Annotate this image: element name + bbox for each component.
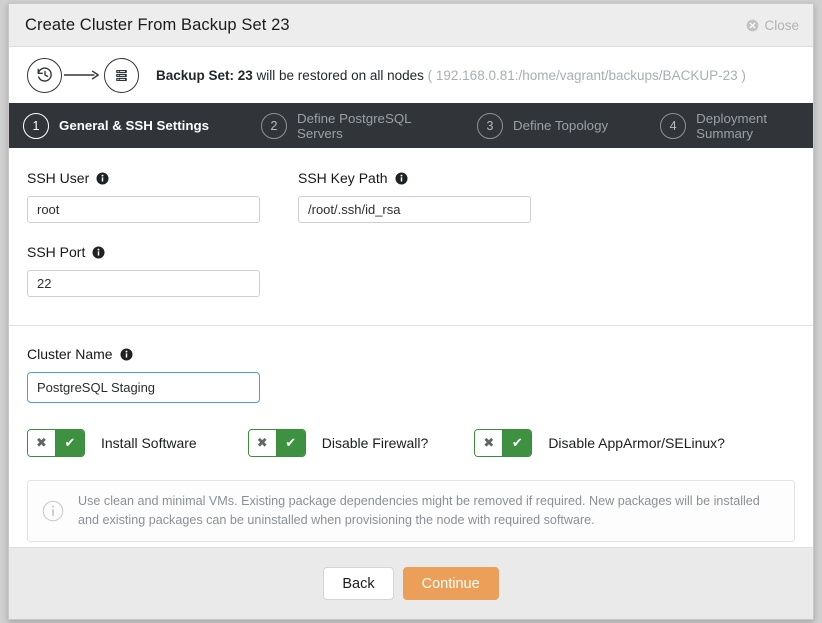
step-1-number: 1 [23, 112, 49, 139]
step-4-label: Deployment Summary [696, 110, 768, 141]
wizard-body: SSH User root SSH Key Path /root/.ssh/id… [9, 148, 813, 547]
banner-path: ( 192.168.0.81:/home/vagrant/backups/BAC… [427, 67, 746, 83]
info-icon[interactable] [96, 171, 109, 185]
arrow-right-icon [62, 69, 104, 81]
step-2-label: Define PostgreSQL Servers [297, 110, 412, 141]
cluster-name-input[interactable] [27, 372, 260, 403]
ssh-port-label: SSH Port [27, 244, 86, 260]
cluster-name-label-wrap: Cluster Name [27, 346, 795, 362]
back-button[interactable]: Back [323, 567, 394, 600]
ssh-user-input[interactable] [27, 196, 260, 223]
ssh-key-path-field-group: SSH Key Path [298, 170, 569, 223]
wizard-step-2[interactable]: 2 Define PostgreSQL Servers [261, 111, 425, 141]
disable-apparmor-label: Disable AppArmor/SELinux? [548, 435, 725, 451]
step-3-label: Define Topology [513, 118, 609, 133]
ssh-row-2: SSH Port [27, 244, 795, 297]
close-circle-icon [746, 19, 759, 32]
backup-banner: Backup Set: 23 will be restored on all n… [9, 47, 813, 103]
banner-text: Backup Set: 23 will be restored on all n… [156, 68, 746, 83]
ssh-key-path-label: SSH Key Path [298, 170, 388, 186]
disable-apparmor-toggle-on[interactable]: ✔ [503, 430, 532, 456]
install-software-toggle-on[interactable]: ✔ [56, 430, 84, 456]
step-4-number: 4 [660, 112, 687, 139]
info-icon[interactable] [92, 245, 105, 259]
wizard-steps: 1 General & SSH Settings 2 Define Postgr… [9, 103, 813, 148]
install-software-label: Install Software [101, 435, 197, 451]
ssh-port-input[interactable] [27, 270, 260, 297]
ssh-row-1: SSH User root SSH Key Path /root/.ssh/id… [27, 170, 795, 223]
wizard-step-4[interactable]: 4 Deployment Summary [660, 110, 813, 141]
close-button[interactable]: Close [746, 18, 799, 33]
page-root: Create Cluster From Backup Set 23 Close [0, 0, 822, 623]
step-3-number: 3 [477, 112, 503, 139]
modal-footer: Back Continue [9, 547, 813, 619]
close-label: Close [764, 17, 799, 33]
cluster-section: Cluster Name [9, 326, 813, 403]
ssh-port-label-wrap: SSH Port [27, 244, 298, 260]
info-circle-outline-icon [42, 500, 64, 522]
ssh-user-label-wrap: SSH User [27, 170, 298, 186]
server-stack-icon [104, 57, 139, 93]
disable-apparmor-toggle-group: ✖ ✔ Disable AppArmor/SELinux? [474, 429, 725, 457]
disable-firewall-toggle-group: ✖ ✔ Disable Firewall? [247, 429, 429, 457]
banner-middle: will be restored on all nodes [252, 67, 428, 83]
disable-apparmor-toggle-off[interactable]: ✖ [475, 430, 504, 456]
install-software-toggle[interactable]: ✖ ✔ [27, 429, 85, 457]
options-toggles: ✖ ✔ Install Software ✖ ✔ Disable Firewal… [9, 429, 813, 457]
modal-titlebar: Create Cluster From Backup Set 23 Close [9, 4, 813, 47]
info-icon[interactable] [394, 171, 408, 185]
step-1-label: General & SSH Settings [59, 118, 209, 133]
ssh-key-path-input[interactable] [298, 196, 531, 223]
disable-apparmor-toggle[interactable]: ✖ ✔ [474, 429, 533, 457]
install-software-toggle-off[interactable]: ✖ [28, 430, 56, 456]
info-note: Use clean and minimal VMs. Existing pack… [27, 480, 795, 542]
disable-firewall-toggle-on[interactable]: ✔ [276, 430, 305, 456]
ssh-user-label: SSH User [27, 170, 90, 186]
modal-title: Create Cluster From Backup Set 23 [25, 15, 290, 34]
disable-firewall-label: Disable Firewall? [321, 435, 429, 451]
wizard-step-3[interactable]: 3 Define Topology [477, 112, 609, 139]
ssh-user-field-group: SSH User [27, 170, 298, 223]
step-2-number: 2 [261, 112, 287, 139]
info-icon[interactable] [120, 347, 133, 361]
disable-firewall-toggle-off[interactable]: ✖ [248, 430, 277, 456]
banner-backup-set: Backup Set: 23 [156, 67, 253, 83]
ssh-settings-section: SSH User root SSH Key Path /root/.ssh/id… [9, 148, 813, 297]
wizard-step-1[interactable]: 1 General & SSH Settings [23, 112, 209, 139]
ssh-port-field-group: SSH Port [27, 244, 298, 297]
history-restore-icon [27, 57, 62, 93]
install-software-toggle-group: ✖ ✔ Install Software [27, 429, 197, 457]
disable-firewall-toggle[interactable]: ✖ ✔ [247, 429, 306, 457]
info-note-text: Use clean and minimal VMs. Existing pack… [78, 494, 760, 527]
create-cluster-modal: Create Cluster From Backup Set 23 Close [8, 3, 814, 620]
continue-button[interactable]: Continue [402, 567, 499, 600]
ssh-key-path-label-wrap: SSH Key Path [298, 170, 569, 186]
cluster-name-label: Cluster Name [27, 346, 113, 362]
